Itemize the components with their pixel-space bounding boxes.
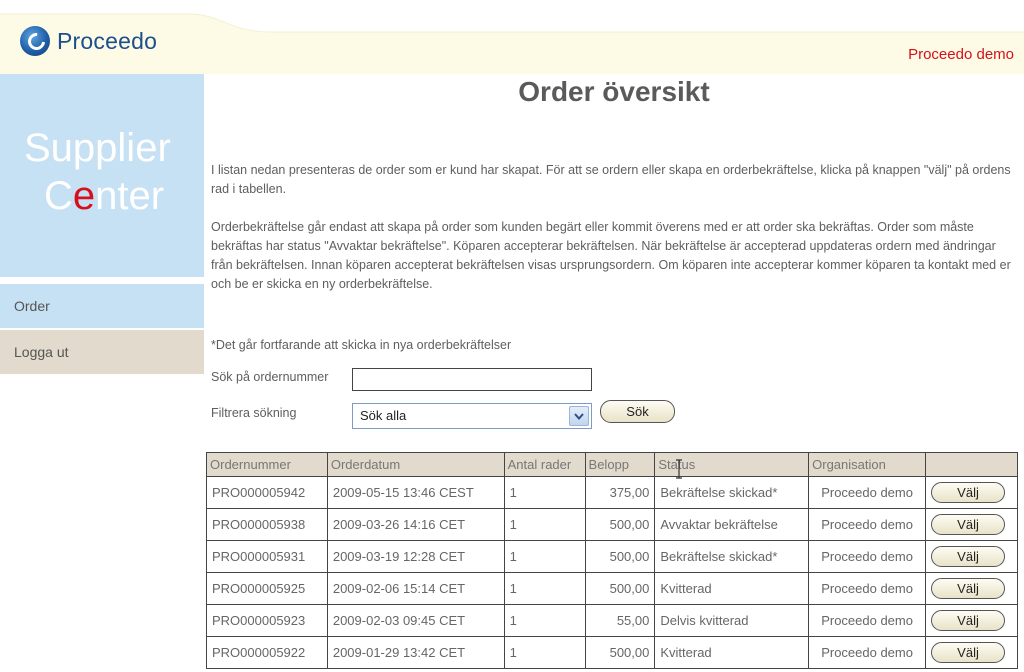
- search-label: Sök på ordernummer: [211, 370, 329, 384]
- cell-orderdate: 2009-03-26 14:16 CET: [326, 508, 505, 541]
- column-header-orderdatum[interactable]: Orderdatum: [326, 452, 505, 477]
- info-paragraph: Orderbekräftelse går endast att skapa på…: [211, 220, 1011, 291]
- cell-action: Välj: [925, 476, 1018, 509]
- cell-row-count: 1: [503, 572, 586, 605]
- choose-button[interactable]: Välj: [931, 546, 1006, 567]
- cell-amount: 500,00: [584, 508, 656, 541]
- table-row: PRO000005922 2009-01-29 13:42 CET 1 500,…: [206, 636, 1018, 669]
- cell-ordernumber: PRO000005931: [206, 540, 328, 573]
- search-button[interactable]: Sök: [600, 400, 675, 423]
- cell-row-count: 1: [503, 604, 586, 637]
- brand-text-accent: e: [72, 174, 96, 218]
- order-number-search-input[interactable]: [352, 368, 592, 391]
- table-row: PRO000005942 2009-05-15 13:46 CEST 1 375…: [206, 476, 1018, 509]
- choose-button[interactable]: Välj: [931, 642, 1006, 663]
- cell-orderdate: 2009-05-15 13:46 CEST: [326, 476, 505, 509]
- filter-select[interactable]: Sök alla: [352, 403, 592, 429]
- choose-button[interactable]: Välj: [931, 482, 1006, 503]
- cell-ordernumber: PRO000005942: [206, 476, 328, 509]
- filter-label: Filtrera sökning: [211, 406, 297, 420]
- cell-status: Kvitterad: [654, 572, 810, 605]
- cell-status: Delvis kvitterad: [654, 604, 810, 637]
- brand-text-suffix: nter: [95, 174, 165, 218]
- choose-button[interactable]: Välj: [931, 610, 1006, 631]
- proceedo-logo[interactable]: Proceedo: [20, 26, 157, 56]
- cell-amount: 375,00: [584, 476, 656, 509]
- cell-amount: 500,00: [584, 540, 656, 573]
- supplier-center-brand: Supplier Center: [0, 74, 204, 277]
- cell-ordernumber: PRO000005925: [206, 572, 328, 605]
- cell-ordernumber: PRO000005938: [206, 508, 328, 541]
- filter-selected-value: Sök alla: [360, 408, 407, 423]
- cell-action: Välj: [925, 604, 1018, 637]
- company-label: Proceedo demo: [908, 46, 1014, 63]
- orders-table: Ordernummer Orderdatum Antal rader Belop…: [206, 452, 1018, 669]
- column-header-organisation[interactable]: Organisation: [808, 452, 927, 477]
- intro-paragraph: I listan nedan presenteras de order som …: [211, 163, 1011, 196]
- cell-orderdate: 2009-03-19 12:28 CET: [326, 540, 505, 573]
- cell-orderdate: 2009-02-06 15:14 CET: [326, 572, 505, 605]
- cell-organisation: Proceedo demo: [808, 636, 927, 669]
- cell-action: Välj: [925, 508, 1018, 541]
- column-header-ordernummer[interactable]: Ordernummer: [206, 452, 328, 477]
- cell-amount: 500,00: [584, 636, 656, 669]
- cell-row-count: 1: [503, 476, 586, 509]
- table-row: PRO000005938 2009-03-26 14:16 CET 1 500,…: [206, 508, 1018, 541]
- cell-status: Kvitterad: [654, 636, 810, 669]
- table-header-row: Ordernummer Orderdatum Antal rader Belop…: [206, 452, 1018, 477]
- table-row: PRO000005925 2009-02-06 15:14 CET 1 500,…: [206, 572, 1018, 605]
- cell-action: Välj: [925, 540, 1018, 573]
- cell-organisation: Proceedo demo: [808, 604, 927, 637]
- cell-orderdate: 2009-02-03 09:45 CET: [326, 604, 505, 637]
- sidebar-item-order[interactable]: Order: [0, 284, 204, 328]
- cell-status: Bekräftelse skickad*: [654, 476, 810, 509]
- cell-status: Avvaktar bekräftelse: [654, 508, 810, 541]
- brand-line-2: Center: [44, 174, 164, 219]
- sidebar-item-logout[interactable]: Logga ut: [0, 330, 204, 374]
- cell-status: Bekräftelse skickad*: [654, 540, 810, 573]
- column-header-belopp[interactable]: Belopp: [584, 452, 656, 477]
- cell-organisation: Proceedo demo: [808, 476, 927, 509]
- cell-organisation: Proceedo demo: [808, 572, 927, 605]
- cell-row-count: 1: [503, 508, 586, 541]
- cell-amount: 55,00: [584, 604, 656, 637]
- cell-ordernumber: PRO000005923: [206, 604, 328, 637]
- cell-ordernumber: PRO000005922: [206, 636, 328, 669]
- cell-orderdate: 2009-01-29 13:42 CET: [326, 636, 505, 669]
- cell-row-count: 1: [503, 540, 586, 573]
- choose-button[interactable]: Välj: [931, 514, 1006, 535]
- cell-action: Välj: [925, 636, 1018, 669]
- proceedo-logo-icon: [20, 26, 50, 56]
- header: Proceedo Proceedo demo: [0, 0, 1024, 74]
- cell-organisation: Proceedo demo: [808, 540, 927, 573]
- page-title: Order översikt: [518, 76, 710, 107]
- footnote: *Det går fortfarande att skicka in nya o…: [211, 338, 512, 352]
- cell-amount: 500,00: [584, 572, 656, 605]
- text-cursor-icon: [676, 459, 682, 479]
- table-row: PRO000005923 2009-02-03 09:45 CET 1 55,0…: [206, 604, 1018, 637]
- brand-text-prefix: C: [44, 174, 73, 218]
- chevron-down-icon[interactable]: [569, 406, 589, 426]
- cell-action: Välj: [925, 572, 1018, 605]
- column-header-antal-rader[interactable]: Antal rader: [503, 452, 586, 477]
- choose-button[interactable]: Välj: [931, 578, 1006, 599]
- cell-row-count: 1: [503, 636, 586, 669]
- brand-line-1: Supplier: [24, 126, 171, 170]
- column-header-action: [925, 452, 1018, 477]
- logo-text: Proceedo: [57, 27, 158, 54]
- cell-organisation: Proceedo demo: [808, 508, 927, 541]
- table-row: PRO000005931 2009-03-19 12:28 CET 1 500,…: [206, 540, 1018, 573]
